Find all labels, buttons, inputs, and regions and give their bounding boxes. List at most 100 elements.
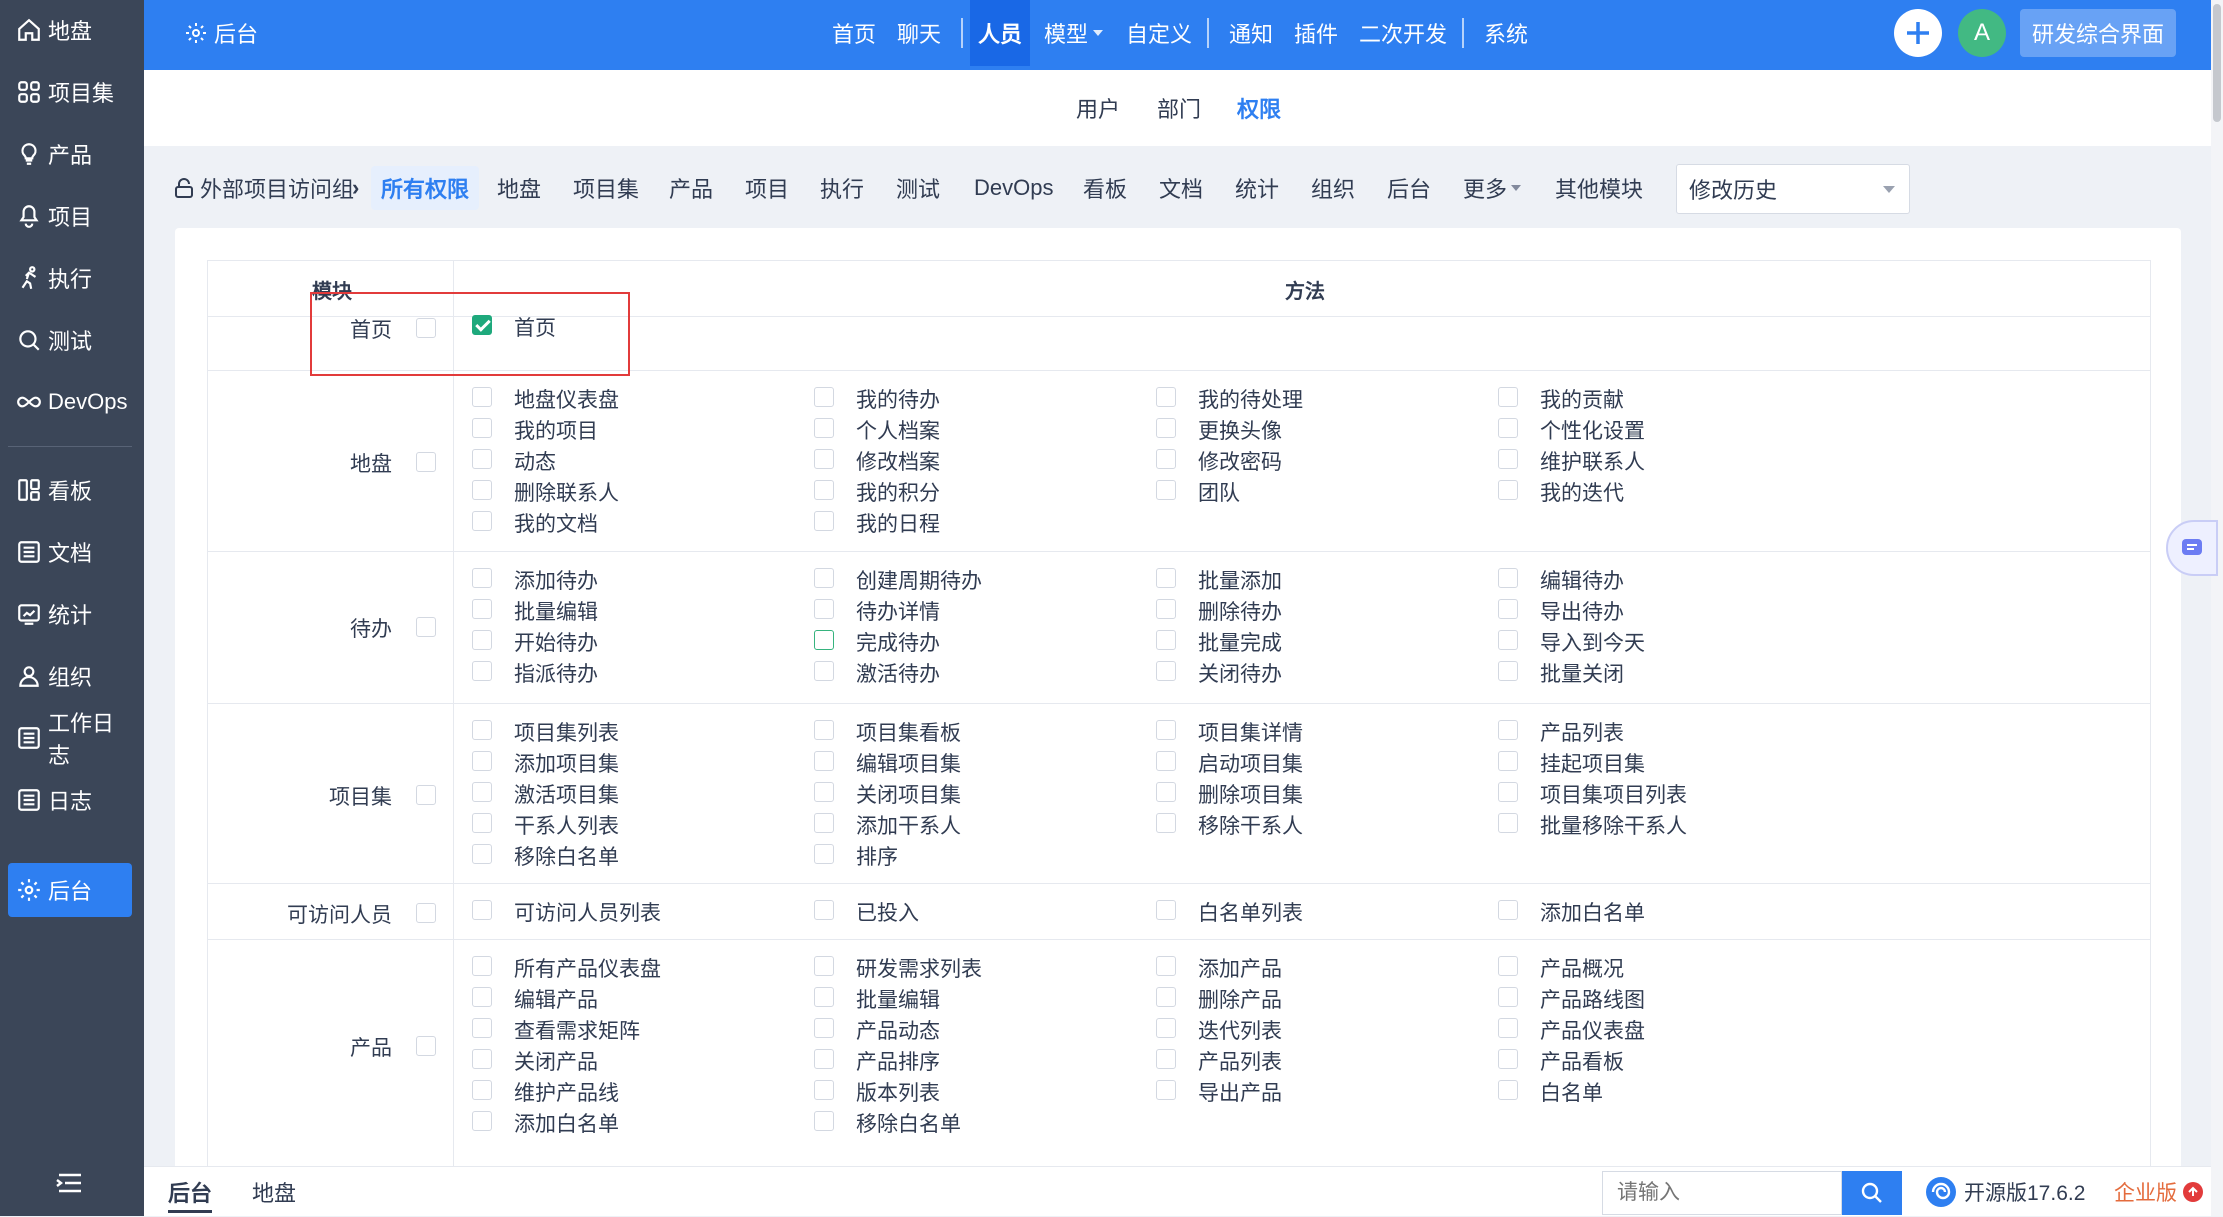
method-checkbox[interactable] [814,630,834,650]
method-checkbox[interactable] [1498,987,1518,1007]
method-checkbox[interactable] [814,1018,834,1038]
nav-notify[interactable]: 通知 [1229,0,1273,66]
admin-home-link[interactable]: 后台 [184,0,258,66]
sidebar-item-worklog[interactable]: 工作日志 [8,711,132,768]
method-checkbox[interactable] [1498,956,1518,976]
tab-module-devops[interactable]: DevOps [974,166,1053,210]
method-checkbox[interactable] [1498,1018,1518,1038]
method-checkbox[interactable] [814,599,834,619]
method-checkbox[interactable] [1498,720,1518,740]
method-checkbox[interactable] [472,813,492,833]
sidebar-item-home[interactable]: 地盘 [8,4,132,56]
app-switch-button[interactable]: 研发综合界面 [2020,9,2176,57]
method-checkbox[interactable] [814,720,834,740]
method-checkbox[interactable] [472,511,492,531]
method-checkbox[interactable] [1156,449,1176,469]
history-select[interactable]: 修改历史 [1676,164,1910,214]
method-checkbox[interactable] [472,1049,492,1069]
module-checkbox[interactable] [416,1036,436,1056]
method-checkbox[interactable] [1498,387,1518,407]
nav-chat[interactable]: 聊天 [897,0,941,66]
method-checkbox[interactable] [1156,480,1176,500]
module-checkbox[interactable] [416,902,436,923]
method-checkbox[interactable] [1498,599,1518,619]
method-checkbox[interactable] [1498,480,1518,500]
tab-module-product[interactable]: 产品 [669,166,713,210]
method-checkbox[interactable] [472,900,492,920]
method-checkbox[interactable] [814,480,834,500]
search-button[interactable] [1842,1171,1902,1215]
method-checkbox[interactable] [472,1018,492,1038]
method-checkbox[interactable] [1498,661,1518,681]
create-button[interactable] [1894,9,1942,57]
method-checkbox[interactable] [1498,418,1518,438]
method-checkbox[interactable] [472,630,492,650]
module-checkbox[interactable] [416,784,436,805]
method-checkbox[interactable] [1156,720,1176,740]
method-checkbox[interactable] [814,1111,834,1131]
menu-collapse-icon[interactable] [55,1172,83,1194]
method-checkbox[interactable] [1498,630,1518,650]
nav-system[interactable]: 系统 [1484,0,1528,66]
tab-module-org[interactable]: 组织 [1311,166,1355,210]
method-checkbox[interactable] [1498,813,1518,833]
method-checkbox[interactable] [1498,782,1518,802]
method-checkbox[interactable] [1498,900,1518,920]
method-checkbox[interactable] [1156,599,1176,619]
sidebar-item-execution[interactable]: 执行 [8,252,132,304]
sidebar-item-kanban[interactable]: 看板 [8,464,132,516]
method-checkbox[interactable] [814,782,834,802]
breadcrumb[interactable]: 外部项目访问组 [174,160,354,216]
method-checkbox[interactable] [1156,813,1176,833]
method-checkbox[interactable] [472,387,492,407]
nav-plugin[interactable]: 插件 [1294,0,1338,66]
version-info[interactable]: 开源版17.6.2 [1924,1167,2085,1217]
tab-module-test[interactable]: 测试 [896,166,940,210]
sidebar-item-devops[interactable]: DevOps [8,376,132,428]
tab-module-kanban[interactable]: 看板 [1083,166,1127,210]
scrollbar-thumb[interactable] [2213,4,2221,122]
module-checkbox[interactable] [416,451,436,472]
tab-other-modules[interactable]: 其他模块 [1555,166,1643,210]
method-checkbox[interactable] [1156,900,1176,920]
chat-float-button[interactable] [2166,520,2218,576]
sidebar-item-product[interactable]: 产品 [8,128,132,180]
bottom-tab-dashboard[interactable]: 地盘 [252,1167,296,1217]
method-checkbox[interactable] [814,418,834,438]
method-checkbox[interactable] [472,720,492,740]
avatar[interactable]: A [1958,9,2006,57]
method-checkbox[interactable] [1156,782,1176,802]
tab-module-doc[interactable]: 文档 [1159,166,1203,210]
sidebar-item-test[interactable]: 测试 [8,314,132,366]
method-checkbox[interactable] [1498,449,1518,469]
sidebar-item-project[interactable]: 项目 [8,190,132,242]
tab-module-program[interactable]: 项目集 [573,166,639,210]
nav-home[interactable]: 首页 [832,0,876,66]
method-checkbox[interactable] [472,1080,492,1100]
tab-more[interactable]: 更多 [1463,166,1522,210]
method-checkbox[interactable] [472,987,492,1007]
method-checkbox[interactable] [814,751,834,771]
sidebar-item-doc[interactable]: 文档 [8,526,132,578]
method-checkbox[interactable] [1156,987,1176,1007]
method-checkbox[interactable] [1156,1018,1176,1038]
method-checkbox[interactable] [472,418,492,438]
method-checkbox[interactable] [814,900,834,920]
method-checkbox[interactable] [1498,568,1518,588]
tab-module-stats[interactable]: 统计 [1235,166,1279,210]
method-checkbox[interactable] [814,661,834,681]
method-checkbox[interactable] [814,1080,834,1100]
method-checkbox[interactable] [1498,1080,1518,1100]
method-checkbox[interactable] [814,449,834,469]
method-checkbox[interactable] [1156,568,1176,588]
method-checkbox[interactable] [814,387,834,407]
tab-all-permissions[interactable]: 所有权限 [371,166,480,210]
sidebar-item-admin[interactable]: 后台 [8,863,132,917]
method-checkbox[interactable] [1156,751,1176,771]
method-checkbox[interactable] [1156,418,1176,438]
search-input[interactable] [1602,1171,1842,1215]
method-checkbox[interactable] [472,844,492,864]
method-checkbox[interactable] [814,987,834,1007]
method-checkbox[interactable] [472,782,492,802]
method-checkbox[interactable] [1156,661,1176,681]
